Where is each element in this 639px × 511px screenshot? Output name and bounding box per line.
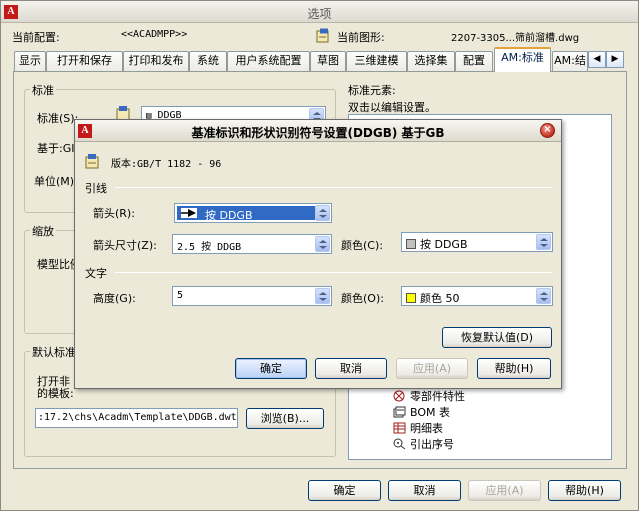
chevron-down-icon[interactable] — [536, 288, 551, 304]
default-standard-group-title: 默认标准 — [30, 344, 78, 360]
arrow-size-label: 箭头尺寸(Z): — [93, 239, 157, 252]
leader-color-swatch-icon — [406, 239, 416, 249]
tree-item-part-properties[interactable]: 零部件特性 — [393, 388, 465, 404]
scale-group-title: 缩放 — [30, 223, 56, 239]
tab-display[interactable]: 显示 — [14, 51, 46, 71]
tab-scroll-left-button[interactable]: ◀ — [588, 51, 606, 68]
tree-item-label: 引出序号 — [410, 438, 454, 451]
arrow-head-icon — [181, 208, 197, 218]
tab-3d-modeling[interactable]: 三维建模 — [346, 51, 407, 71]
height-select[interactable]: 5 — [172, 286, 332, 306]
arrow-select[interactable]: 按 DDGB — [174, 203, 332, 223]
standard-group-title: 标准 — [30, 82, 56, 98]
text-section-title: 文字 — [85, 267, 107, 280]
template-path-value: :17.2\chs\Acadm\Template\DDGB.dwt — [38, 412, 237, 423]
main-apply-button[interactable]: 应用(A) — [468, 480, 541, 501]
tree-item-parts-list[interactable]: 明细表 — [393, 420, 443, 436]
dialog-ok-button[interactable]: 确定 — [235, 358, 307, 379]
template-path-input[interactable]: :17.2\chs\Acadm\Template\DDGB.dwt — [35, 408, 238, 428]
close-icon[interactable]: × — [540, 123, 555, 138]
arrow-size-select[interactable]: 2.5 按 DDGB — [172, 234, 332, 254]
tab-drafting[interactable]: 草图 — [310, 51, 346, 71]
unit-label: 单位(M) — [34, 175, 75, 188]
dialog-titlebar[interactable]: A 基准标识和形状识别符号设置(DDGB) 基于GB × — [75, 120, 561, 142]
tree-item-label: 明细表 — [410, 422, 443, 435]
chevron-down-icon[interactable] — [315, 288, 330, 304]
current-drawing-value: 2207-3305...筛前溜槽.dwg — [451, 33, 580, 44]
text-color-select[interactable]: 颜色 50 — [401, 286, 553, 306]
arrow-label: 箭头(R): — [93, 207, 135, 220]
tab-scroll-right-button[interactable]: ▶ — [606, 51, 624, 68]
tree-item-balloon[interactable]: 引出序号 — [393, 436, 454, 452]
tab-open-save[interactable]: 打开和保存 — [46, 51, 123, 71]
text-color-label: 颜色(O): — [341, 292, 384, 305]
leader-color-select[interactable]: 按 DDGB — [401, 232, 553, 252]
tab-user-preferences[interactable]: 用户系统配置 — [227, 51, 310, 71]
tab-profiles[interactable]: 配置 — [455, 51, 493, 71]
standard-elements-label: 标准元素: — [348, 84, 396, 97]
arrow-size-value: 2.5 按 DDGB — [177, 242, 242, 253]
arrow-select-value: 按 DDGB — [205, 209, 253, 222]
main-cancel-button[interactable]: 取消 — [388, 480, 461, 501]
leader-color-value: 按 DDGB — [420, 238, 468, 251]
tree-item-label: 零部件特性 — [410, 390, 465, 403]
chevron-down-icon[interactable] — [315, 205, 330, 221]
dialog-cancel-button[interactable]: 取消 — [315, 358, 387, 379]
main-ok-button[interactable]: 确定 — [308, 480, 381, 501]
text-color-value: 颜色 50 — [420, 292, 460, 305]
main-help-button[interactable]: 帮助(H) — [548, 480, 621, 501]
drawing-file-icon — [316, 28, 332, 43]
leader-section-title: 引线 — [85, 182, 107, 195]
leader-color-label: 颜色(C): — [341, 239, 383, 252]
tab-plot-publish[interactable]: 打印和发布 — [123, 51, 189, 71]
based-on-label: 基于:GI — [37, 142, 75, 155]
height-label: 高度(G): — [93, 292, 136, 305]
parts-list-icon — [393, 422, 406, 434]
text-color-swatch-icon — [406, 293, 416, 303]
restore-defaults-button[interactable]: 恢复默认值(D) — [442, 327, 552, 348]
tree-item-bom[interactable]: BOM 表 — [393, 404, 450, 420]
current-config-value: <<ACADMPP>> — [121, 29, 188, 40]
tree-item-label: BOM 表 — [410, 406, 450, 419]
balloon-icon — [393, 438, 406, 450]
standard-label: 标准(S): — [37, 112, 79, 125]
dialog-version: 版本:GB/T 1182 - 96 — [111, 159, 222, 170]
tab-system[interactable]: 系统 — [189, 51, 227, 71]
datum-settings-dialog: A 基准标识和形状识别符号设置(DDGB) 基于GB × 版本:GB/T 118… — [74, 119, 562, 389]
tab-selection[interactable]: 选择集 — [407, 51, 455, 71]
part-properties-icon — [393, 390, 406, 402]
template-text: 的模板: — [37, 387, 74, 400]
chevron-down-icon[interactable] — [536, 234, 551, 250]
standard-file-icon — [85, 153, 101, 169]
dialog-apply-button[interactable]: 应用(A) — [396, 358, 468, 379]
dialog-help-button[interactable]: 帮助(H) — [477, 358, 551, 379]
browse-button[interactable]: 浏览(B)... — [246, 408, 324, 429]
leader-separator — [115, 187, 552, 188]
tab-am-standards[interactable]: AM:标准 — [494, 47, 551, 72]
dialog-title: 基准标识和形状识别符号设置(DDGB) 基于GB — [191, 126, 445, 140]
text-separator — [115, 272, 552, 273]
main-titlebar[interactable]: A 选项 — [1, 1, 638, 23]
tab-am-structure[interactable]: AM:结 — [552, 51, 588, 71]
bom-table-icon — [393, 406, 406, 418]
current-drawing-label: 当前图形: — [337, 31, 385, 44]
main-window-title: 选项 — [307, 7, 332, 21]
height-value: 5 — [177, 290, 184, 301]
current-config-label: 当前配置: — [12, 31, 60, 44]
chevron-down-icon[interactable] — [315, 236, 330, 252]
standard-elements-hint: 双击以编辑设置。 — [348, 101, 436, 114]
